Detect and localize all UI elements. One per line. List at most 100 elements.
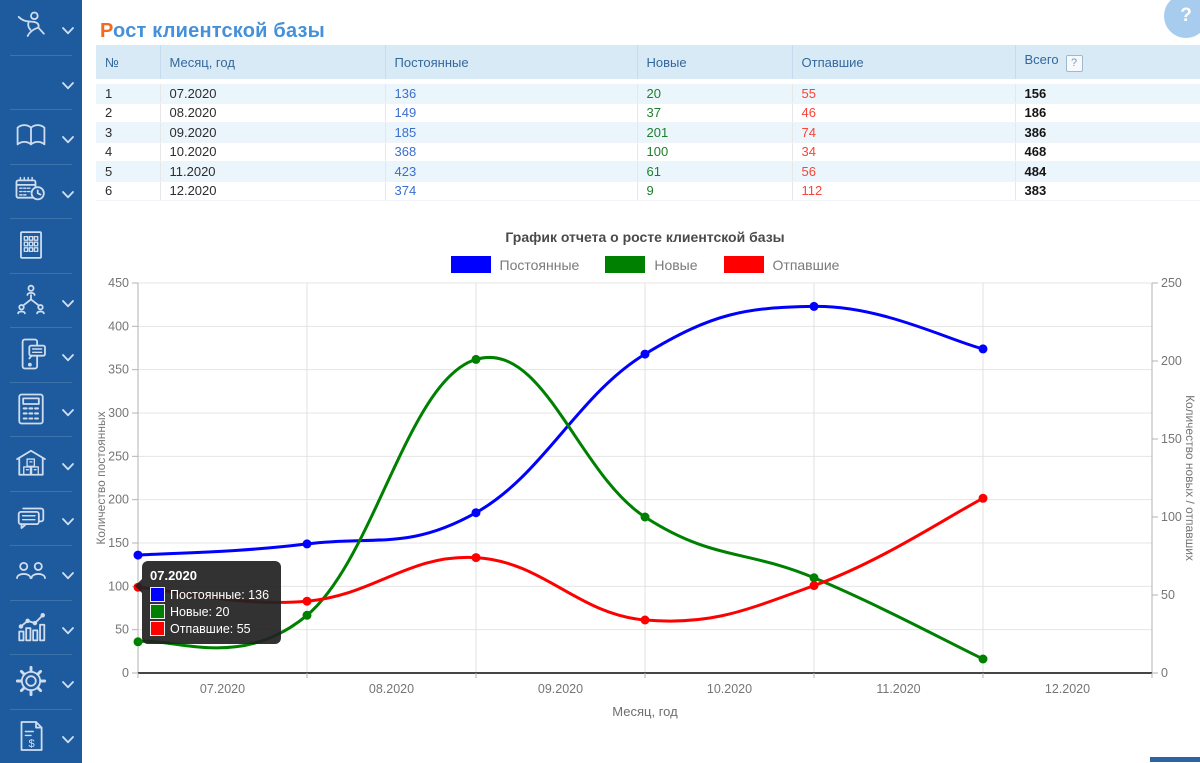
cell-new: 9 [637,181,792,201]
legend-item[interactable]: Новые [605,256,697,273]
svg-text:250: 250 [108,449,129,463]
svg-text:0: 0 [122,666,129,680]
chevron-down-icon [61,459,75,468]
legend-swatch [724,256,764,273]
tooltip-swatch [150,604,165,619]
data-point[interactable] [979,494,988,503]
book-icon [12,117,50,155]
tooltip-row-label: Постоянные: 136 [170,588,269,602]
sidebar-item-calendar-grid[interactable] [0,218,82,273]
legend-item[interactable]: Постоянные [451,256,580,273]
data-point[interactable] [303,597,312,606]
tooltip-row-label: Отпавшие: 55 [170,622,251,636]
chart-title: График отчета о росте клиентской базы [138,229,1152,245]
horizontal-scrollbar-thumb[interactable] [1150,757,1200,762]
sidebar-item-team[interactable] [0,545,82,600]
table-row: 208.20201493746186 [96,103,1200,123]
cell-regular: 136 [385,82,637,104]
data-point[interactable] [810,581,819,590]
help-button[interactable]: ? [1164,0,1200,38]
tooltip-row: Постоянные: 136 [150,587,269,602]
cell-month: 11.2020 [160,162,385,182]
sidebar-item-calculator[interactable] [0,382,82,437]
cell-month: 10.2020 [160,142,385,162]
person-figure-icon [12,8,50,46]
chart-tooltip: 07.2020 Постоянные: 136Новые: 20Отпавшие… [142,561,281,644]
sidebar-item-phone-chat[interactable] [0,327,82,382]
chevron-down-icon [61,132,75,141]
total-help-icon[interactable]: ? [1066,55,1083,72]
cell-lost: 46 [792,103,1015,123]
sidebar-item-warehouse[interactable] [0,436,82,491]
data-point[interactable] [810,302,819,311]
svg-text:10.2020: 10.2020 [707,682,752,696]
column-header-0: № [96,45,160,82]
cell-num: 4 [96,142,160,162]
tooltip-row: Отпавшие: 55 [150,621,269,636]
gridlines [138,283,1152,673]
data-point[interactable] [979,655,988,664]
sidebar-item-chat-messages[interactable] [0,491,82,546]
gear-icon [12,662,50,700]
calendar-clock-icon [12,172,50,210]
svg-text:200: 200 [108,493,129,507]
svg-text:12.2020: 12.2020 [1045,682,1090,696]
table-row: 410.202036810034468 [96,142,1200,162]
data-point[interactable] [303,611,312,620]
svg-text:50: 50 [1161,588,1175,602]
tooltip-row: Новые: 20 [150,604,269,619]
chevron-down-icon [61,513,75,522]
chevron-down-icon [61,77,75,86]
sidebar-item-invoice[interactable]: $ [0,709,82,763]
column-header-2: Постоянные [385,45,637,82]
data-point[interactable] [472,355,481,364]
cell-new: 201 [637,123,792,143]
x-axis-title: Месяц, год [138,704,1152,719]
legend-item[interactable]: Отпавшие [724,256,840,273]
cell-regular: 423 [385,162,637,182]
svg-text:08.2020: 08.2020 [369,682,414,696]
cell-lost: 56 [792,162,1015,182]
sidebar-item-gear[interactable] [0,654,82,709]
legend-label: Отпавшие [773,257,840,273]
cell-num: 3 [96,123,160,143]
chevron-down-icon [61,295,75,304]
svg-text:200: 200 [1161,354,1182,368]
chevron-down-icon [61,622,75,631]
cell-month: 08.2020 [160,103,385,123]
invoice-icon: $ [12,717,50,755]
data-point[interactable] [641,513,650,522]
cell-lost: 34 [792,142,1015,162]
sidebar-item-blank[interactable] [0,55,82,110]
sidebar-item-book[interactable] [0,109,82,164]
data-point[interactable] [134,551,143,560]
cell-total: 156 [1015,82,1200,104]
sidebar-item-org-chart[interactable] [0,273,82,328]
data-point[interactable] [979,344,988,353]
svg-text:100: 100 [108,579,129,593]
column-header-3: Новые [637,45,792,82]
data-point[interactable] [641,350,650,359]
cell-total: 468 [1015,142,1200,162]
cell-month: 09.2020 [160,123,385,143]
sidebar-item-person-figure[interactable] [0,0,82,55]
legend-label: Постоянные [500,257,580,273]
cell-regular: 185 [385,123,637,143]
cell-total: 186 [1015,103,1200,123]
tooltip-swatch [150,621,165,636]
page-title-rest: ост клиентской базы [113,20,325,42]
series-Постоянные [134,302,988,560]
table-header: №Месяц, годПостоянныеНовыеОтпавшиеВсего? [96,45,1200,82]
table-row: 107.20201362055156 [96,82,1200,104]
cell-num: 2 [96,103,160,123]
data-point[interactable] [472,508,481,517]
cell-lost: 112 [792,181,1015,201]
data-point[interactable] [810,573,819,582]
sidebar-item-stats-chart[interactable] [0,600,82,655]
data-point[interactable] [472,553,481,562]
sidebar-item-calendar-clock[interactable] [0,164,82,219]
cell-num: 6 [96,181,160,201]
phone-chat-icon [12,335,50,373]
data-point[interactable] [641,616,650,625]
data-point[interactable] [303,539,312,548]
